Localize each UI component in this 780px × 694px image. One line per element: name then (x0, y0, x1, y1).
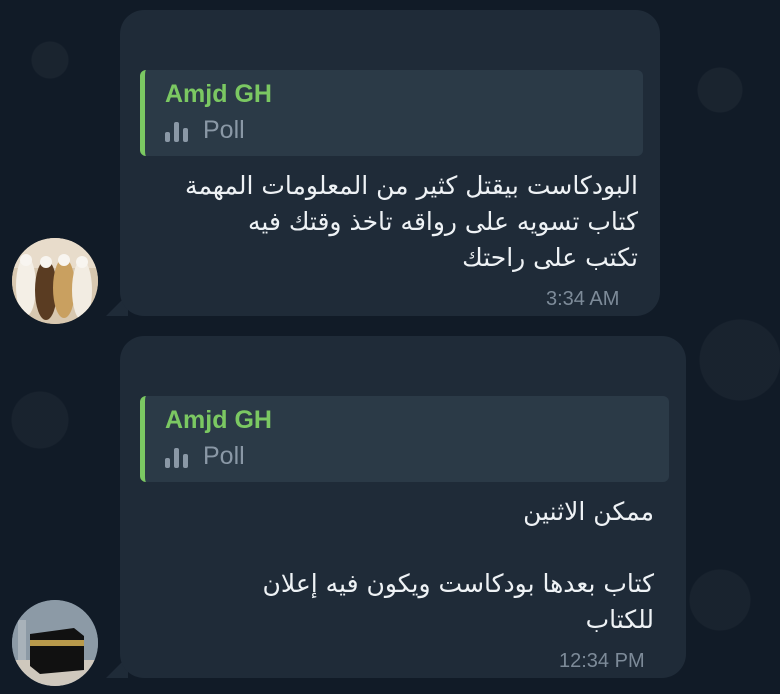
reply-quote[interactable]: Amjd GH Poll (140, 396, 669, 482)
quote-type: Poll (165, 116, 245, 145)
message-text: ممكن الاثنين كتاب بعدها بودكاست ويكون في… (262, 497, 654, 634)
reply-quote[interactable]: Amjd GH Poll (140, 70, 643, 156)
message-time: 3:34 AM (546, 288, 620, 310)
quote-type: Poll (165, 442, 245, 471)
message-text: البودكاست بيقتل كثير من المعلومات المهمة… (185, 171, 638, 272)
quote-type-label: Poll (203, 442, 245, 470)
poll-bars-icon (165, 120, 189, 142)
avatar-group-photo[interactable] (12, 238, 98, 324)
message-time: 12:34 PM (559, 650, 645, 672)
quote-type-label: Poll (203, 116, 245, 144)
avatar-kaaba[interactable] (12, 600, 98, 686)
quote-author: Amjd GH (165, 406, 272, 434)
quote-author: Amjd GH (165, 80, 272, 108)
poll-bars-icon (165, 446, 189, 468)
